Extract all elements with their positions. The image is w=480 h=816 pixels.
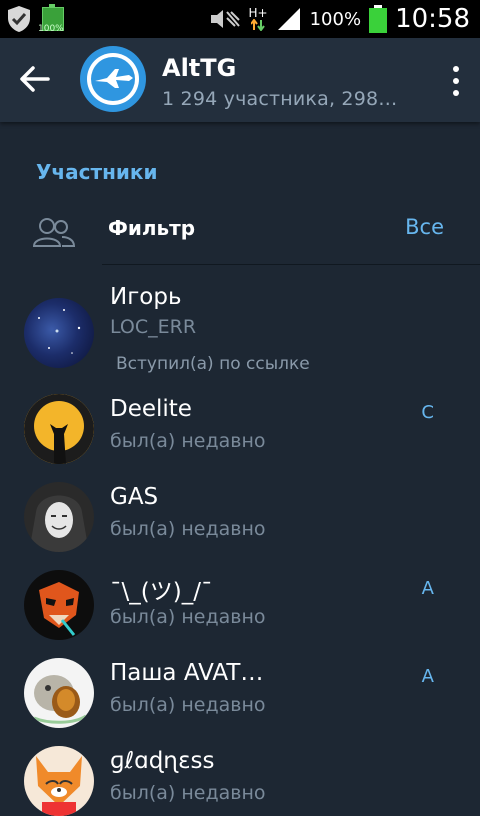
group-title: AltTG	[162, 54, 237, 82]
member-name: Игорь	[110, 284, 182, 310]
member-name: Паша AVAT…	[110, 660, 264, 686]
battery-widget-icon: 100%	[38, 4, 64, 34]
shield-check-icon	[8, 6, 30, 32]
member-name: GAS	[110, 484, 159, 510]
avatar	[24, 746, 94, 816]
member-status: был(а) недавно	[110, 518, 266, 540]
chat-header: AltTG 1 294 участника, 298…	[0, 38, 480, 122]
member-row[interactable]: Deelite был(а) недавно C	[0, 390, 480, 478]
member-name: Deelite	[110, 396, 192, 422]
member-join-note: Вступил(а) по ссылке	[116, 354, 310, 374]
status-bar: 100% H+ 100% 10:58	[0, 0, 480, 38]
avatar	[24, 658, 94, 728]
member-row[interactable]: ¯\_(ツ)_/¯ был(а) недавно A	[0, 566, 480, 654]
data-arrows-icon	[251, 19, 265, 31]
member-name: ¯\_(ツ)_/¯	[110, 579, 213, 605]
jet-plane-icon	[87, 53, 139, 105]
more-menu-icon[interactable]	[452, 66, 460, 96]
member-status: был(а) недавно	[110, 782, 266, 804]
battery-widget-text: 100%	[38, 24, 64, 34]
member-name: ɡℓɑɖɳɛss	[110, 748, 215, 774]
group-subtitle: 1 294 участника, 298…	[162, 88, 398, 110]
member-row[interactable]: ɡℓɑɖɳɛss был(а) недавно	[0, 742, 480, 816]
member-status: LOC_ERR	[110, 316, 197, 338]
back-arrow-icon[interactable]	[18, 62, 52, 96]
member-row[interactable]: Паша AVAT… был(а) недавно A	[0, 654, 480, 742]
users-icon	[32, 218, 76, 247]
battery-icon	[369, 5, 388, 33]
mute-icon	[210, 10, 240, 28]
signal-icon	[277, 8, 300, 30]
avatar	[24, 570, 94, 640]
avatar	[24, 482, 94, 552]
members-section-title: Участники	[36, 160, 158, 184]
member-status: был(а) недавно	[110, 606, 266, 628]
admin-badge: A	[421, 578, 434, 599]
member-row[interactable]: Игорь LOC_ERR Вступил(а) по ссылке	[0, 280, 480, 380]
filter-row[interactable]: Фильтр Все	[0, 200, 480, 264]
filter-value[interactable]: Все	[405, 215, 444, 239]
avatar	[24, 394, 94, 464]
filter-label: Фильтр	[108, 216, 196, 240]
member-row[interactable]: GAS был(а) недавно	[0, 478, 480, 566]
divider	[102, 264, 480, 265]
clock: 10:58	[395, 4, 470, 34]
group-avatar[interactable]	[80, 46, 146, 112]
admin-badge: C	[421, 402, 434, 423]
admin-badge: A	[421, 666, 434, 687]
network-type: H+	[248, 6, 268, 20]
member-status: был(а) недавно	[110, 430, 266, 452]
avatar	[24, 298, 94, 368]
battery-percent: 100%	[309, 8, 362, 30]
member-status: был(а) недавно	[110, 694, 266, 716]
